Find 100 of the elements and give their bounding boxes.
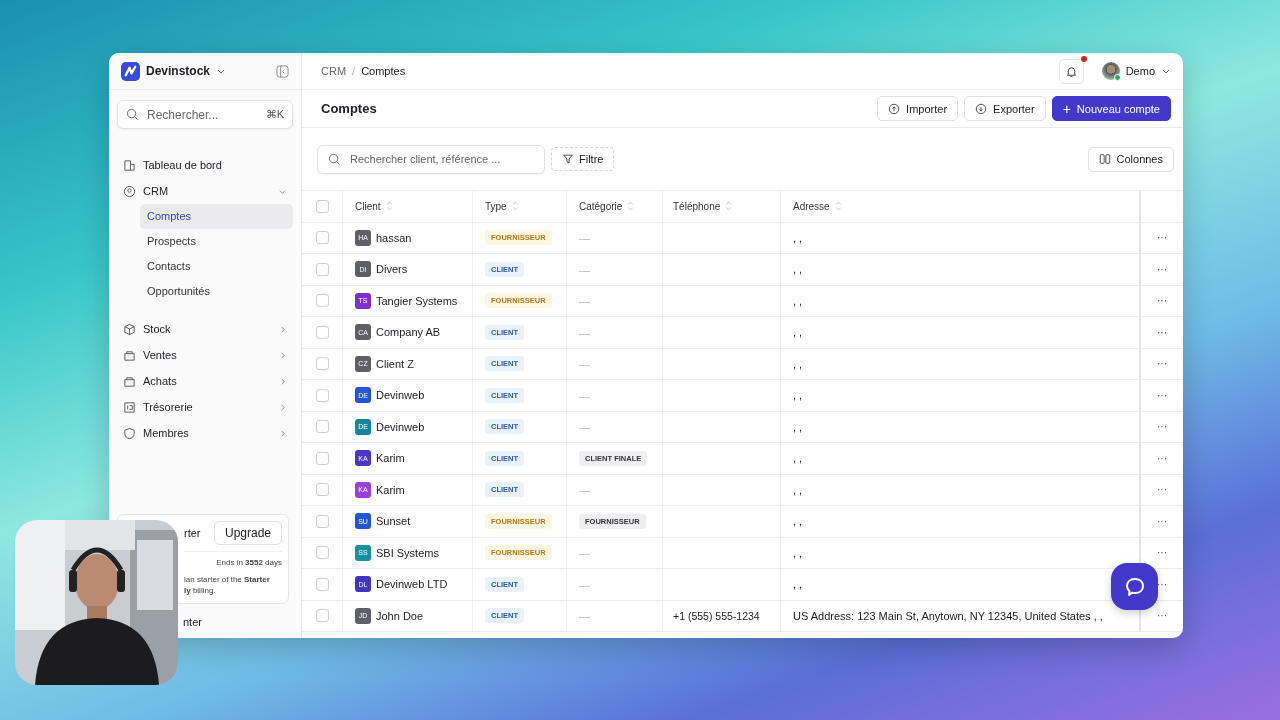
client-name[interactable]: Devinweb (376, 389, 425, 402)
bag-icon (123, 374, 136, 388)
user-avatar[interactable] (1101, 62, 1120, 80)
nav-item[interactable]: Achats (117, 368, 293, 394)
search-field[interactable]: Rechercher client, référence ... (317, 144, 545, 174)
client-name[interactable]: Sunset (376, 515, 411, 528)
row-checkbox[interactable] (315, 546, 329, 560)
client-name[interactable]: hassan (376, 231, 412, 244)
help-link[interactable]: nter (183, 616, 202, 628)
nav-subitem[interactable]: Opportunités (140, 279, 293, 304)
row-checkbox[interactable] (315, 451, 329, 465)
more-menu[interactable]: ··· (1157, 358, 1167, 370)
filter-icon (562, 153, 574, 165)
empty-dash (579, 239, 590, 241)
more-menu[interactable]: ··· (1157, 389, 1167, 401)
upload-icon (888, 102, 901, 115)
address-text: , , (793, 294, 803, 307)
row-checkbox[interactable] (315, 262, 329, 276)
row-checkbox[interactable] (315, 388, 329, 402)
row-checkbox[interactable] (315, 609, 329, 623)
shortcut-hint: ⌘K (265, 108, 284, 121)
client-name[interactable]: SBI Systems (376, 546, 439, 559)
client-name[interactable]: John Doe (376, 609, 424, 622)
nav-item[interactable]: Stock (117, 316, 293, 342)
empty-dash (579, 491, 590, 493)
export-button[interactable]: Exporter (964, 96, 1046, 121)
wallet-icon (123, 400, 136, 414)
column-header[interactable]: Téléphone (673, 200, 721, 212)
client-name[interactable]: Devinweb (376, 420, 425, 433)
nav-item[interactable]: Trésorerie (117, 394, 293, 420)
column-header[interactable]: Adresse (793, 200, 830, 212)
row-checkbox[interactable] (315, 514, 329, 528)
app-name[interactable]: Devinstock (146, 64, 211, 78)
columns-button[interactable]: Colonnes (1087, 146, 1174, 172)
bell-icon (1064, 64, 1078, 78)
nav-subitem[interactable]: Comptes (140, 204, 293, 229)
sort-icon[interactable] (725, 200, 733, 213)
more-menu[interactable]: ··· (1157, 547, 1167, 559)
nav-subitem[interactable]: Prospects (140, 229, 293, 254)
row-checkbox[interactable] (315, 483, 329, 497)
nav-item[interactable]: CRM (117, 178, 293, 204)
chat-button[interactable] (1111, 563, 1158, 610)
more-menu[interactable]: ··· (1157, 515, 1167, 527)
client-name[interactable]: Tangier Systems (376, 294, 458, 307)
box-icon (123, 322, 136, 336)
sort-icon[interactable] (627, 200, 635, 213)
nav-item[interactable]: Membres (117, 420, 293, 446)
column-header[interactable]: Client (355, 200, 381, 212)
select-all-checkbox[interactable] (315, 199, 329, 213)
address-text: , , (793, 231, 803, 244)
upgrade-button[interactable]: Upgrade (213, 521, 282, 545)
more-menu[interactable]: ··· (1157, 232, 1167, 244)
row-checkbox[interactable] (315, 294, 329, 308)
empty-dash (579, 333, 590, 335)
address-text: , , (793, 452, 803, 465)
client-name[interactable]: Karim (376, 483, 405, 496)
nav-subitem[interactable]: Contacts (140, 254, 293, 279)
more-menu[interactable]: ··· (1157, 452, 1167, 464)
client-name[interactable]: Karim (376, 452, 405, 465)
row-checkbox[interactable] (315, 420, 329, 434)
empty-dash (579, 396, 590, 398)
user-icon (123, 184, 136, 198)
client-name[interactable]: Client Z (376, 357, 414, 370)
row-checkbox[interactable] (315, 231, 329, 245)
empty-dash (579, 617, 590, 619)
breadcrumb-item[interactable]: Comptes (361, 65, 406, 77)
more-menu[interactable]: ··· (1157, 295, 1167, 307)
address-text: , , (793, 263, 803, 276)
address-text: , , (793, 357, 803, 370)
more-menu[interactable]: ··· (1157, 421, 1167, 433)
sort-icon[interactable] (511, 200, 519, 213)
filter-button[interactable]: Filtre (551, 147, 615, 171)
client-name[interactable]: Devinweb LTD (376, 578, 448, 591)
sidebar-toggle-icon[interactable] (276, 64, 289, 78)
more-menu[interactable]: ··· (1157, 484, 1167, 496)
row-checkbox[interactable] (315, 357, 329, 371)
client-name[interactable]: Divers (376, 263, 408, 276)
nav-item[interactable]: Ventes (117, 342, 293, 368)
more-menu[interactable]: ··· (1157, 610, 1167, 622)
new-account-button[interactable]: + Nouveau compte (1051, 96, 1171, 121)
more-menu[interactable]: ··· (1157, 263, 1167, 275)
phone-number: +1 (555) 555-1234 (673, 609, 760, 622)
address-text: US Address: 123 Main St, Anytown, NY 12345, United States , , (793, 609, 1103, 622)
more-menu[interactable]: ··· (1157, 326, 1167, 338)
download-icon (975, 102, 988, 115)
sort-icon[interactable] (385, 200, 393, 213)
user-name[interactable]: Demo (1125, 65, 1155, 77)
plan-note: lan starter of the Starter (184, 575, 271, 584)
column-header[interactable]: Type (485, 200, 507, 212)
row-checkbox[interactable] (315, 325, 329, 339)
breadcrumb-separator: / (352, 65, 356, 77)
notification-button[interactable] (1058, 58, 1084, 84)
nav-item[interactable]: Tableau de bord (117, 152, 293, 178)
breadcrumb-item[interactable]: CRM (321, 65, 347, 77)
row-checkbox[interactable] (315, 577, 329, 591)
sort-icon[interactable] (834, 200, 842, 213)
more-menu[interactable]: ··· (1157, 578, 1167, 590)
client-name[interactable]: Company AB (376, 326, 441, 339)
column-header[interactable]: Catégorie (579, 200, 623, 212)
import-button[interactable]: Importer (877, 96, 959, 121)
